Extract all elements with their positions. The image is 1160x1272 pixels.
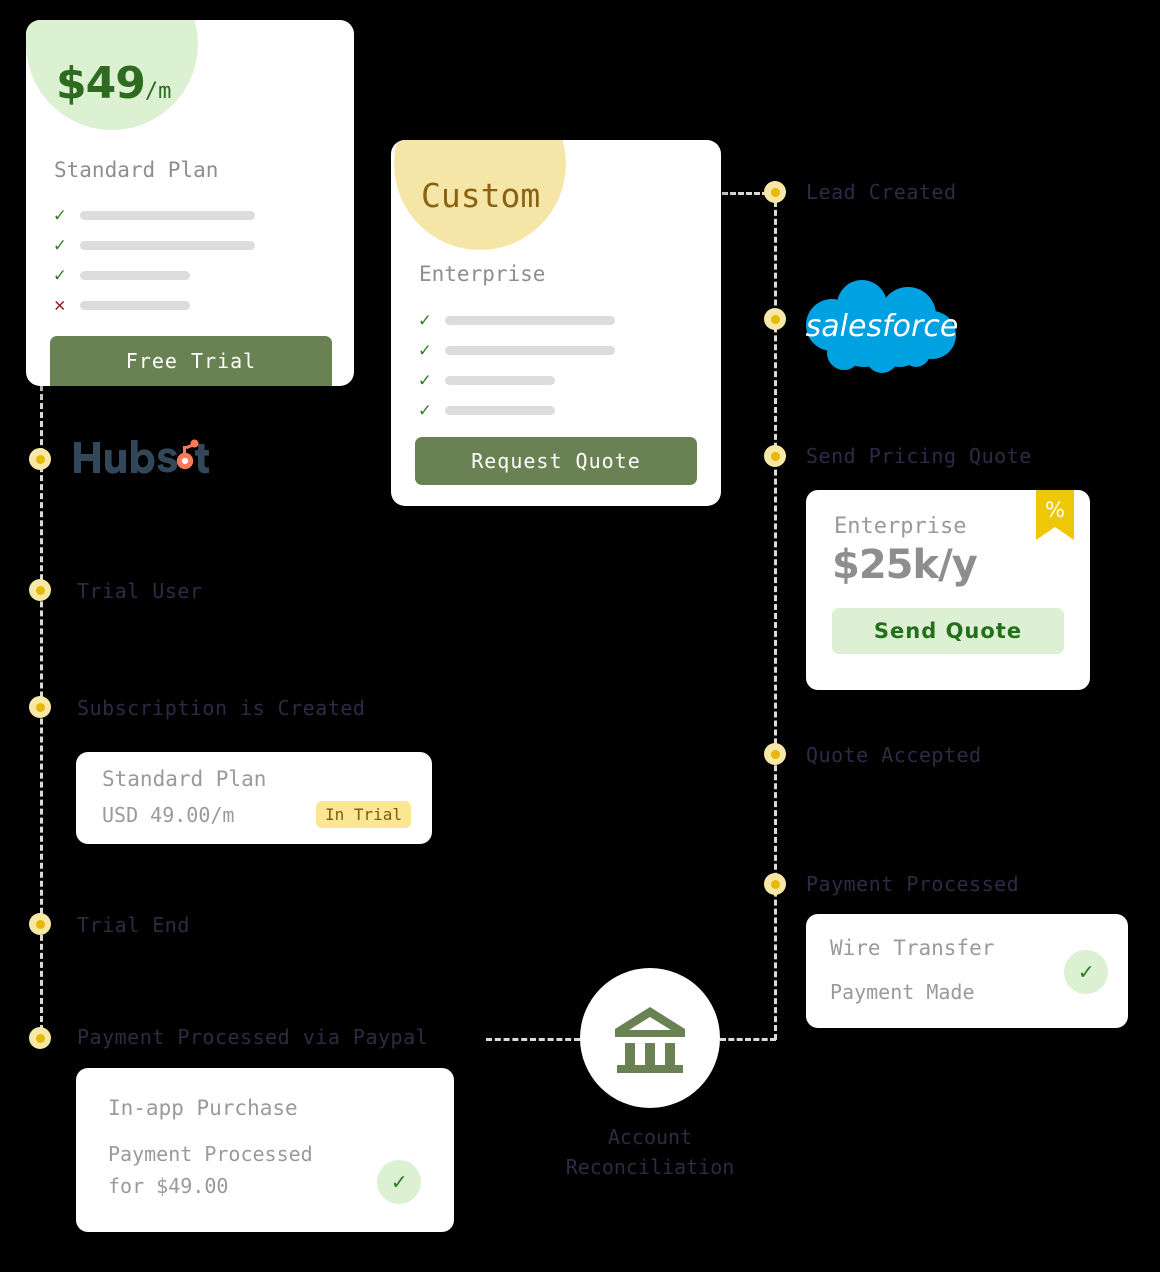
timeline-label-send-pricing-quote: Send Pricing Quote [806, 444, 1032, 468]
timeline-node-send-pricing-quote[interactable] [764, 445, 786, 467]
timeline-node-lead-created[interactable] [764, 181, 786, 203]
check-circle-icon: ✓ [377, 1160, 421, 1204]
timeline-node-subscription-created[interactable] [29, 696, 51, 718]
pricing-card-standard[interactable]: $49/m Standard Plan ✓ ✓ ✓ ✕ Free Trial [26, 20, 354, 386]
pricing-card-enterprise[interactable]: Custom Enterprise ✓ ✓ ✓ ✓ Request Quote [391, 140, 721, 506]
timeline-node-hubspot[interactable] [29, 448, 51, 470]
request-quote-button[interactable]: Request Quote [415, 437, 697, 485]
send-quote-button[interactable]: Send Quote [832, 608, 1064, 654]
price-amount: $49 [56, 58, 146, 109]
timeline-node-trial-user[interactable] [29, 579, 51, 601]
feature-list: ✓ ✓ ✓ ✓ [419, 305, 615, 425]
caption-line-2: Reconciliation [565, 1155, 735, 1179]
ribbon-label: % [1045, 498, 1065, 522]
timeline-node-quote-accepted[interactable] [764, 743, 786, 765]
feature-item: ✓ [54, 200, 255, 230]
timeline-node-payment-paypal[interactable] [29, 1027, 51, 1049]
feature-placeholder-bar [80, 240, 255, 250]
timeline-label-payment-paypal: Payment Processed via Paypal [77, 1025, 429, 1049]
timeline-label-trial-end: Trial End [77, 913, 190, 937]
timeline-label-quote-accepted: Quote Accepted [806, 743, 982, 767]
check-icon: ✓ [419, 398, 431, 421]
wire-transfer-card[interactable]: Wire Transfer Payment Made ✓ [806, 914, 1128, 1028]
feature-item: ✓ [54, 230, 255, 260]
feature-item: ✓ [419, 335, 615, 365]
timeline-node-salesforce[interactable] [764, 308, 786, 330]
plan-name: Standard Plan [54, 158, 219, 182]
status-badge-in-trial: In Trial [316, 801, 412, 828]
connector-custom-to-lead [722, 192, 768, 195]
hubspot-logo [72, 436, 222, 482]
feature-item: ✓ [419, 365, 615, 395]
timeline-label-payment-processed: Payment Processed [806, 872, 1020, 896]
caption-line-1: Account [607, 1125, 693, 1149]
price-badge-text: $49/m [56, 58, 171, 109]
price-unit: /m [144, 79, 172, 104]
timeline-node-payment-processed[interactable] [764, 873, 786, 895]
check-icon: ✓ [54, 263, 66, 286]
quote-card[interactable]: Enterprise $25k/y Send Quote % [806, 490, 1090, 690]
bank-icon [615, 1007, 685, 1073]
discount-ribbon-icon: % [1036, 490, 1074, 540]
timeline-label-subscription-created: Subscription is Created [77, 696, 366, 720]
feature-item: ✓ [419, 395, 615, 425]
feature-placeholder-bar [445, 345, 615, 355]
inapp-card-line2: for $49.00 [108, 1174, 229, 1198]
svg-text:salesforce: salesforce [806, 309, 959, 344]
subscription-card-title: Standard Plan [102, 767, 267, 791]
check-icon: ✓ [419, 368, 431, 391]
inapp-purchase-card[interactable]: In-app Purchase Payment Processed for $4… [76, 1068, 454, 1232]
subscription-card[interactable]: Standard Plan USD 49.00/m In Trial [76, 752, 432, 844]
feature-placeholder-bar [80, 210, 255, 220]
feature-placeholder-bar [445, 405, 555, 415]
account-reconciliation-caption: Account Reconciliation [510, 1122, 790, 1182]
check-icon: ✓ [419, 308, 431, 331]
plan-name: Enterprise [419, 262, 546, 286]
free-trial-button[interactable]: Free Trial [50, 336, 332, 386]
wire-card-title: Wire Transfer [830, 936, 995, 960]
feature-item: ✓ [54, 260, 255, 290]
check-icon: ✓ [54, 233, 66, 256]
custom-badge-text: Custom [421, 176, 540, 215]
feature-placeholder-bar [445, 375, 555, 385]
subscription-card-amount: USD 49.00/m [102, 803, 235, 827]
feature-item: ✓ [419, 305, 615, 335]
salesforce-logo: salesforce [804, 279, 960, 379]
inapp-card-title: In-app Purchase [108, 1096, 298, 1120]
timeline-label-trial-user: Trial User [77, 579, 203, 603]
quote-card-price: $25k/y [832, 542, 978, 588]
flow-diagram-canvas: $49/m Standard Plan ✓ ✓ ✓ ✕ Free Trial C… [0, 0, 1160, 1272]
connector-paypal-to-bank [486, 1038, 580, 1041]
timeline-node-trial-end[interactable] [29, 913, 51, 935]
quote-card-plan-name: Enterprise [834, 514, 967, 539]
feature-item: ✕ [54, 290, 255, 320]
feature-placeholder-bar [80, 300, 190, 310]
cross-icon: ✕ [54, 293, 66, 316]
check-circle-icon: ✓ [1064, 950, 1108, 994]
feature-list: ✓ ✓ ✓ ✕ [54, 200, 255, 320]
account-reconciliation-node[interactable] [580, 968, 720, 1108]
inapp-card-line1: Payment Processed [108, 1142, 313, 1166]
feature-placeholder-bar [445, 315, 615, 325]
custom-label: Custom [421, 176, 541, 215]
check-icon: ✓ [419, 338, 431, 361]
connector-bank-to-right [720, 1038, 776, 1041]
check-icon: ✓ [54, 203, 66, 226]
feature-placeholder-bar [80, 270, 190, 280]
timeline-label-lead-created: Lead Created [806, 180, 957, 204]
wire-card-subtitle: Payment Made [830, 980, 975, 1004]
